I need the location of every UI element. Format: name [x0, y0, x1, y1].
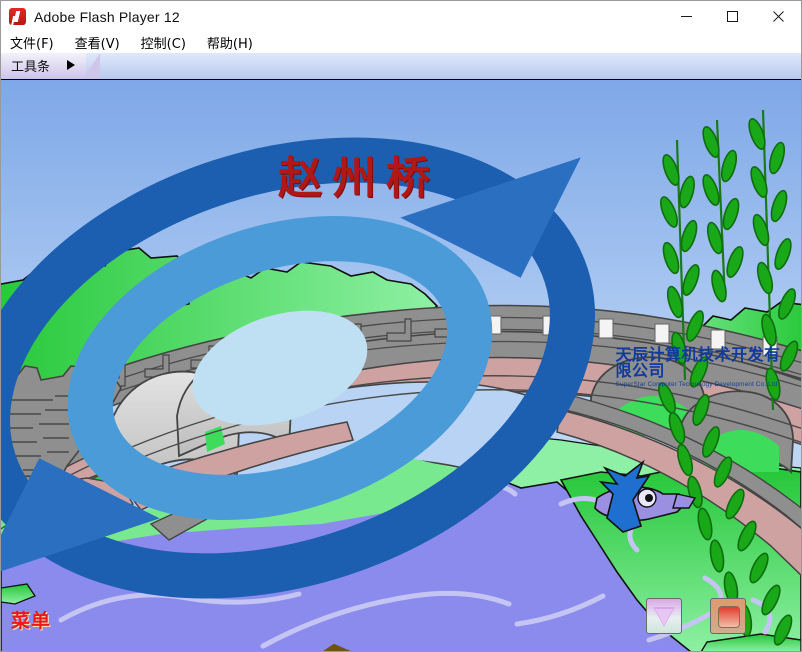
minimize-icon	[680, 16, 692, 17]
maximize-button[interactable]	[709, 1, 755, 32]
toolbar-tab-label: 工具条	[11, 60, 51, 75]
menu-item-file[interactable]: 文件(F)	[10, 33, 54, 52]
toolbar-strip: 工具条	[1, 53, 801, 80]
flash-logo-icon	[9, 8, 26, 25]
window-controls	[663, 1, 801, 32]
flash-player-window: Adobe Flash Player 12 文件(F) 查看(V) 控制(C) …	[0, 0, 802, 652]
red-square-icon	[718, 606, 740, 628]
menu-item-help[interactable]: 帮助(H)	[207, 33, 253, 52]
flash-stage[interactable]: 天辰计算机技术开发有限公司 SuperStar Computer Technol…	[1, 80, 801, 651]
maximize-icon	[726, 11, 738, 22]
minimize-button[interactable]	[663, 1, 709, 32]
close-button[interactable]	[755, 1, 801, 32]
next-button[interactable]	[646, 598, 682, 634]
close-icon	[772, 11, 784, 22]
stop-button[interactable]	[710, 598, 746, 634]
title-bar: Adobe Flash Player 12	[1, 1, 801, 32]
menu-item-view[interactable]: 查看(V)	[75, 33, 120, 52]
triangle-down-icon	[653, 607, 675, 627]
menu-item-control[interactable]: 控制(C)	[141, 33, 186, 52]
menu-button[interactable]: 菜单	[3, 596, 351, 651]
menu-button-label: 菜单	[11, 610, 52, 632]
window-title: Adobe Flash Player 12	[34, 8, 180, 25]
menu-bar: 文件(F) 查看(V) 控制(C) 帮助(H)	[1, 32, 801, 53]
triangle-right-icon[interactable]	[67, 60, 75, 70]
page-title: 赵州桥	[278, 153, 440, 204]
